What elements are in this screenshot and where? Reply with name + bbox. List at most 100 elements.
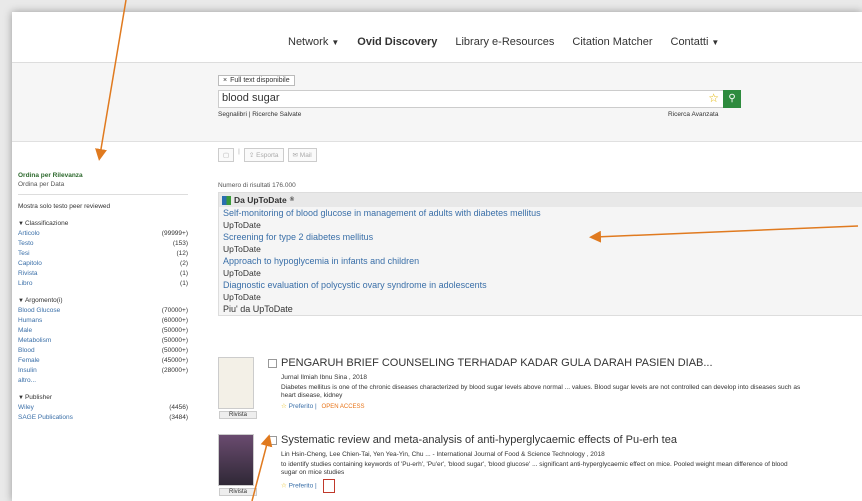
filter-chip-label: Full text disponibile bbox=[230, 77, 290, 84]
facet-label: Insulin bbox=[18, 367, 37, 374]
close-icon[interactable]: × bbox=[223, 77, 227, 84]
chevron-down-icon: ▼ bbox=[18, 221, 24, 227]
nav-item[interactable]: Ovid Discovery bbox=[357, 36, 437, 48]
facet-row[interactable]: Blood (50000+) bbox=[18, 347, 188, 354]
facet-title[interactable]: ▼Publisher bbox=[18, 394, 188, 401]
nav-item-label: Ovid Discovery bbox=[357, 36, 438, 48]
nav-item-label: Library e-Resources bbox=[455, 36, 555, 48]
favorite-button[interactable]: ☆ Preferito | bbox=[281, 479, 335, 493]
chevron-down-icon: ▼ bbox=[18, 298, 24, 304]
facet-row[interactable]: Tesi (12) bbox=[18, 250, 188, 257]
uptodate-source: UpToDate bbox=[223, 244, 261, 254]
facet-label: SAGE Publications bbox=[18, 414, 73, 421]
result-thumbnail[interactable]: Rivista bbox=[218, 434, 257, 496]
browser-frame: Network ▼ Ovid Discovery Library e-Resource… bbox=[12, 12, 862, 501]
facet-count: (45000+) bbox=[161, 357, 188, 364]
mail-button[interactable]: ✉ Mail bbox=[287, 148, 317, 162]
facet-label: Blood bbox=[18, 347, 35, 354]
star-icon[interactable]: ☆ bbox=[708, 91, 719, 105]
search-button[interactable]: ⚲ bbox=[723, 90, 741, 108]
uptodate-link[interactable]: Screening for type 2 diabetes mellitus bbox=[219, 231, 862, 243]
facet-count: (28000+) bbox=[161, 367, 188, 374]
facet-row[interactable]: Insulin (28000+) bbox=[18, 367, 188, 374]
result-abstract: to identify studies containing keywords … bbox=[281, 461, 788, 476]
facet-row[interactable]: SAGE Publications (3484) bbox=[18, 414, 188, 421]
star-icon: ☆ bbox=[281, 403, 289, 410]
facet-count: (1) bbox=[180, 280, 188, 287]
facet-label: Female bbox=[18, 357, 40, 364]
favorite-label: Preferito bbox=[288, 403, 314, 410]
facet-row[interactable]: Wiley (4456) bbox=[18, 404, 188, 411]
facet-row[interactable]: Metabolism (50000+) bbox=[18, 337, 188, 344]
facet-count: (3484) bbox=[169, 414, 188, 421]
nav-item[interactable]: Network ▼ bbox=[288, 36, 339, 48]
facet-count: (60000+) bbox=[161, 317, 188, 324]
facet-row[interactable]: Rivista (1) bbox=[18, 270, 188, 277]
uptodate-source: UpToDate bbox=[223, 220, 261, 230]
uptodate-header-label: Da UpToDate bbox=[234, 195, 287, 205]
result-thumbnail[interactable]: Rivista bbox=[218, 357, 257, 419]
search-query: blood sugar bbox=[222, 92, 280, 104]
search-band: × Full text disponibile blood sugar ☆ ⚲ S… bbox=[12, 63, 862, 142]
chevron-down-icon: ▼ bbox=[18, 395, 24, 401]
filter-chip[interactable]: × Full text disponibile bbox=[218, 75, 295, 86]
search-input[interactable]: blood sugar ☆ bbox=[218, 90, 724, 108]
uptodate-source: UpToDate bbox=[223, 268, 261, 278]
search-icon: ⚲ bbox=[728, 93, 736, 104]
result-title[interactable]: Systematic review and meta-analysis of a… bbox=[281, 434, 677, 446]
results-count: Numero di risultati 176.000 bbox=[218, 182, 296, 189]
facet-row[interactable]: Capitolo (2) bbox=[18, 260, 188, 267]
facet-row[interactable]: Humans (60000+) bbox=[18, 317, 188, 324]
uptodate-link[interactable]: Diagnostic evaluation of polycystic ovar… bbox=[219, 279, 862, 291]
nav-item[interactable]: Citation Matcher bbox=[572, 36, 652, 48]
chevron-down-icon: ▼ bbox=[711, 38, 720, 47]
nav-item[interactable]: Contatti ▼ bbox=[671, 36, 720, 48]
result-checkbox[interactable] bbox=[268, 436, 277, 445]
favorite-button[interactable]: ☆ Preferito | OPEN ACCESS bbox=[281, 402, 365, 410]
peer-reviewed-filter[interactable]: Mostra solo testo peer reviewed bbox=[18, 203, 188, 210]
mail-icon: ✉ bbox=[292, 152, 300, 159]
export-button[interactable]: ⇪ Esporta bbox=[243, 148, 284, 162]
result-type: Rivista bbox=[219, 411, 257, 419]
pdf-icon[interactable] bbox=[322, 479, 335, 493]
facet-row[interactable]: Blood Glucose (70000+) bbox=[18, 307, 188, 314]
facet-row[interactable]: Male (50000+) bbox=[18, 327, 188, 334]
select-all-checkbox[interactable]: ▢ bbox=[218, 148, 235, 162]
facet-count: (1) bbox=[180, 270, 188, 277]
uptodate-more-link[interactable]: Piu' da UpToDate bbox=[219, 303, 862, 315]
facet-title[interactable]: ▼Classificazione bbox=[18, 220, 188, 227]
open-access-badge: OPEN ACCESS bbox=[321, 404, 365, 410]
facet-label: Metabolism bbox=[18, 337, 52, 344]
facet-row[interactable]: altro... bbox=[18, 377, 188, 384]
sort-date[interactable]: Ordina per Data bbox=[18, 181, 188, 188]
facet-row[interactable]: Female (45000+) bbox=[18, 357, 188, 364]
advanced-search-link[interactable]: Ricerca Avanzata bbox=[668, 111, 718, 118]
nav-item-label: Contatti bbox=[670, 36, 709, 48]
result-checkbox[interactable] bbox=[268, 359, 277, 368]
nav-item[interactable]: Library e-Resources bbox=[455, 36, 554, 48]
facet-title[interactable]: ▼Argomento(i) bbox=[18, 297, 188, 304]
uptodate-link[interactable]: Approach to hypoglycemia in infants and … bbox=[219, 255, 862, 267]
registered-mark: ® bbox=[289, 197, 295, 203]
result-meta: Lin Hsin-Cheng, Lee Chien-Tai, Yen Yea-Y… bbox=[281, 451, 605, 458]
facet-row[interactable]: Articolo (99999+) bbox=[18, 230, 188, 237]
result-type: Rivista bbox=[219, 488, 257, 496]
facet-label: Libro bbox=[18, 280, 33, 287]
top-navigation: Network ▼ Ovid Discovery Library e-Resource… bbox=[12, 12, 862, 63]
facet-row[interactable]: Libro (1) bbox=[18, 280, 188, 287]
uptodate-list: Self-monitoring of blood glucose in mana… bbox=[219, 207, 862, 303]
facet-title-label: Publisher bbox=[24, 394, 53, 401]
facet-row[interactable]: Testo (153) bbox=[18, 240, 188, 247]
saved-links[interactable]: Segnalibri | Ricerche Salvate bbox=[218, 111, 301, 118]
facet-count: (2) bbox=[180, 260, 188, 267]
sort-relevance[interactable]: Ordina per Rilevanza bbox=[18, 172, 188, 179]
facet-label: Capitolo bbox=[18, 260, 42, 267]
export-label: Esporta bbox=[256, 152, 279, 159]
divider bbox=[18, 194, 188, 195]
favorite-label: Preferito bbox=[288, 482, 314, 490]
facet-label: Wiley bbox=[18, 404, 34, 411]
results-toolbar: ▢ | ⇪ Esporta ✉ Mail bbox=[218, 148, 317, 162]
result-title[interactable]: PENGARUH BRIEF COUNSELING TERHADAP KADAR… bbox=[281, 357, 713, 369]
uptodate-link[interactable]: Self-monitoring of blood glucose in mana… bbox=[219, 207, 862, 219]
facet-count: (50000+) bbox=[161, 347, 188, 354]
